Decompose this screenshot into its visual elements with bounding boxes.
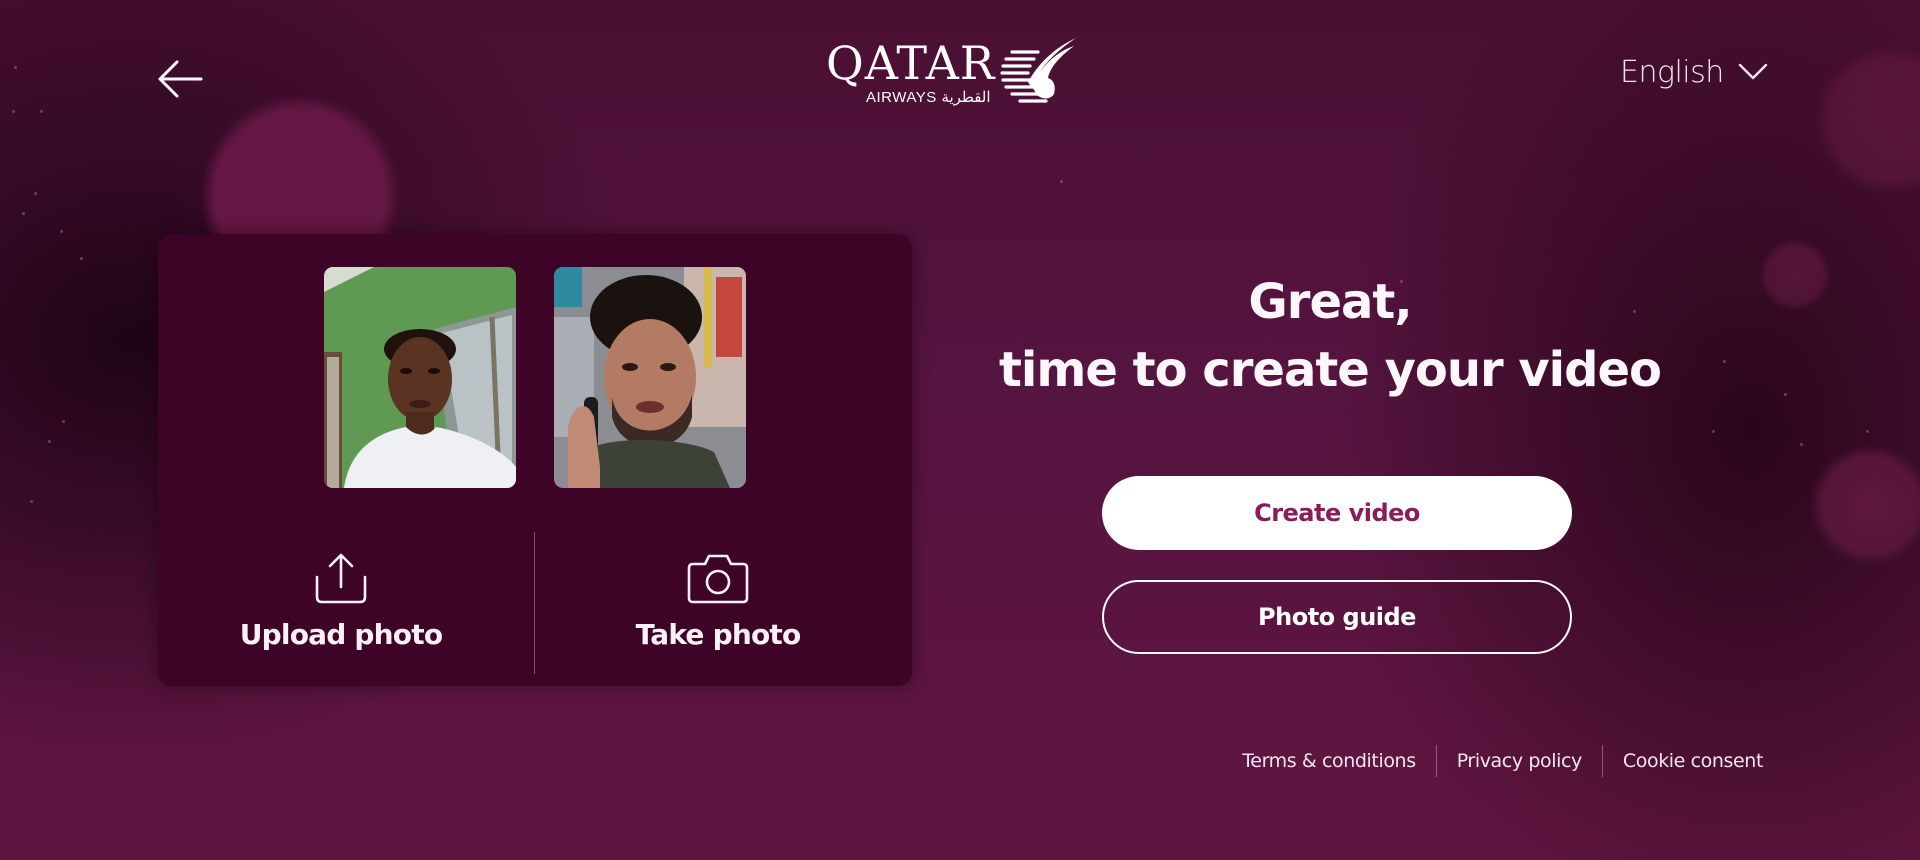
logo-subtitle: AIRWAYS القطرية bbox=[866, 88, 991, 106]
particle bbox=[1060, 180, 1063, 183]
particle bbox=[22, 212, 25, 215]
cookie-consent-link[interactable]: Cookie consent bbox=[1603, 750, 1764, 772]
chevron-down-icon bbox=[1738, 63, 1767, 80]
particle bbox=[60, 230, 63, 233]
footer-links: Terms & conditions Privacy policy Cookie… bbox=[1222, 744, 1763, 778]
particle bbox=[1784, 393, 1787, 396]
camera-icon bbox=[687, 554, 749, 604]
card-divider bbox=[534, 532, 535, 674]
particle bbox=[14, 66, 17, 69]
language-label: English bbox=[1620, 54, 1724, 90]
take-photo-button[interactable]: Take photo bbox=[568, 550, 868, 660]
particle bbox=[48, 440, 51, 443]
terms-link[interactable]: Terms & conditions bbox=[1222, 750, 1435, 772]
upload-icon bbox=[315, 553, 367, 604]
photo-selection-card: Upload photo Take photo bbox=[158, 234, 912, 686]
man-on-phone-photo bbox=[554, 267, 746, 488]
particle bbox=[80, 257, 83, 260]
logo-sub-latin: AIRWAYS bbox=[866, 89, 937, 106]
qatar-airways-logo: QATAR AIRWAYS القطرية bbox=[826, 34, 1076, 106]
arrow-left-icon bbox=[158, 60, 203, 98]
oryx-emblem-icon bbox=[1000, 38, 1076, 103]
create-video-button[interactable]: Create video bbox=[1102, 476, 1572, 550]
upload-photo-label: Upload photo bbox=[239, 618, 443, 651]
headline-line-2: time to create your video bbox=[998, 342, 1662, 398]
particle bbox=[1800, 443, 1803, 446]
particle bbox=[1712, 430, 1715, 433]
page-headline: Great, time to create your video bbox=[980, 268, 1680, 404]
language-selector[interactable]: English bbox=[1620, 52, 1768, 92]
particle bbox=[30, 500, 33, 503]
upload-photo-button[interactable]: Upload photo bbox=[191, 550, 491, 660]
take-photo-label: Take photo bbox=[635, 618, 802, 651]
selfie-photo bbox=[324, 267, 516, 488]
particle bbox=[12, 110, 15, 113]
example-photo-2 bbox=[554, 267, 746, 488]
logo-sub-arabic: القطرية bbox=[941, 89, 991, 106]
particle bbox=[1723, 360, 1726, 363]
particle bbox=[1866, 430, 1869, 433]
particle bbox=[34, 192, 37, 195]
logo-wordmark: QATAR bbox=[826, 36, 996, 90]
back-button[interactable] bbox=[156, 56, 206, 106]
photo-guide-button[interactable]: Photo guide bbox=[1102, 580, 1572, 654]
particle bbox=[62, 420, 65, 423]
particle bbox=[40, 110, 43, 113]
headline-line-1: Great, bbox=[1248, 274, 1412, 330]
example-photo-1 bbox=[324, 267, 516, 488]
privacy-policy-link[interactable]: Privacy policy bbox=[1437, 750, 1602, 772]
